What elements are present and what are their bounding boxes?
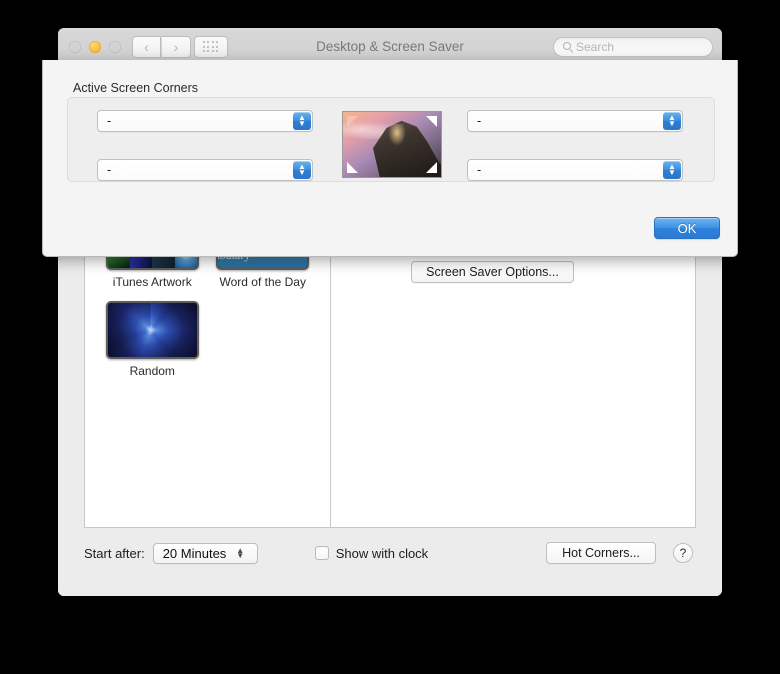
mountain-highlight [388, 123, 406, 146]
saver-item-random[interactable]: Random [97, 296, 208, 384]
screen-saver-options-label: Screen Saver Options... [426, 265, 559, 279]
question-mark-icon: ? [679, 546, 687, 560]
show-with-clock-checkbox[interactable] [314, 546, 329, 560]
chevron-up-down-icon: ▲ ▼ [236, 546, 245, 560]
corner-indicator-bottom-left [347, 162, 358, 173]
corner-indicator-top-right [426, 116, 437, 127]
saver-grid-empty-cell [208, 296, 319, 384]
chevron-up-down-icon: ▲ ▼ [293, 112, 311, 130]
search-placeholder: Search [576, 40, 615, 54]
bottom-controls: Start after: 20 Minutes ▲ ▼ Show with clo… [84, 538, 696, 568]
start-after-label: Start after: [84, 545, 145, 561]
chevron-up-down-icon: ▲ ▼ [663, 161, 681, 179]
show-with-clock-label: Show with clock [335, 545, 429, 561]
corner-popup-top-left[interactable]: - ▲ ▼ [97, 110, 313, 132]
show-with-clock-control[interactable]: Show with clock [314, 545, 429, 561]
search-icon [563, 42, 571, 50]
help-button[interactable]: ? [673, 543, 693, 563]
ok-button[interactable]: OK [654, 217, 720, 239]
hot-corners-button[interactable]: Hot Corners... [546, 542, 656, 564]
corner-value-top-right: - [477, 114, 482, 128]
saver-label-itunes-artwork: iTunes Artwork [112, 275, 192, 290]
corner-value-top-left: - [107, 114, 112, 128]
desktop-preview-thumbnail [342, 111, 442, 178]
corner-popup-top-right[interactable]: - ▲ ▼ [467, 110, 683, 132]
random-artwork [107, 302, 197, 357]
search-input[interactable]: Search [553, 37, 713, 57]
corner-popup-bottom-left[interactable]: - ▲ ▼ [97, 159, 313, 181]
corner-indicator-bottom-right [426, 162, 437, 173]
active-screen-corners-label: Active Screen Corners [73, 81, 199, 95]
saver-label-word-of-the-day: Word of the Day [219, 275, 306, 290]
hot-corners-label: Hot Corners... [562, 546, 640, 560]
chevron-up-down-icon: ▲ ▼ [293, 161, 311, 179]
start-after-select[interactable]: 20 Minutes ▲ ▼ [152, 542, 258, 564]
screen-saver-options-button[interactable]: Screen Saver Options... [411, 261, 574, 283]
corner-popup-bottom-right[interactable]: - ▲ ▼ [467, 159, 683, 181]
saver-label-random: Random [129, 363, 175, 378]
saver-thumbnail-random [105, 300, 199, 359]
start-after-value: 20 Minutes [162, 545, 227, 561]
ok-button-label: OK [677, 220, 697, 236]
chevron-up-down-icon: ▲ ▼ [663, 112, 681, 130]
corner-value-bottom-left: - [107, 163, 112, 177]
corner-value-bottom-right: - [477, 163, 482, 177]
corner-indicator-top-left [347, 116, 358, 127]
hot-corners-sheet: Active Screen Corners - ▲ ▼ - ▲ ▼ - ▲ ▼ - ▲… [42, 60, 738, 257]
